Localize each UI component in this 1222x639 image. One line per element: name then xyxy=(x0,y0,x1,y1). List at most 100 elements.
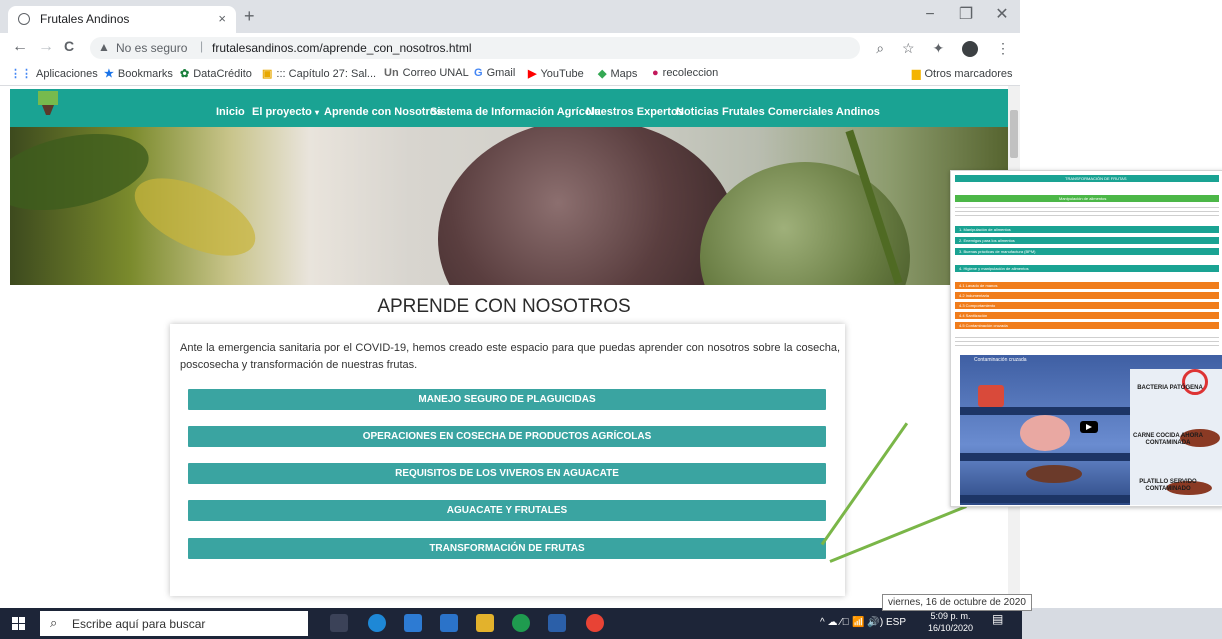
search-icon[interactable]: ⌕ xyxy=(876,40,884,57)
button-aguacate-frutales[interactable]: AGUACATE Y FRUTALES xyxy=(188,500,826,521)
callout-item-text: 2. Enemigos para los alimentos xyxy=(959,238,1015,243)
edge-icon[interactable] xyxy=(368,614,386,632)
window-controls: − ❐ ✕ xyxy=(912,4,1020,24)
callout-header: TRANSFORMACIÓN DE FRUTAS xyxy=(955,175,1219,182)
nav-noticias[interactable]: Noticias xyxy=(676,106,719,118)
chrome-icon[interactable] xyxy=(586,614,604,632)
callout-item: 4.5 Contaminación cruzada xyxy=(955,322,1219,329)
nav-label: El proyecto xyxy=(252,106,312,118)
google-icon: G xyxy=(474,67,483,79)
button-viveros-aguacate[interactable]: REQUISITOS DE LOS VIVEROS EN AGUACATE xyxy=(188,463,826,484)
avatar-icon[interactable] xyxy=(962,40,979,58)
callout-item-text: 4.4 Sanitización xyxy=(959,313,988,318)
callout-header-text: TRANSFORMACIÓN DE FRUTAS xyxy=(1065,176,1127,181)
mail-icon[interactable] xyxy=(440,614,458,632)
video-thumbnail[interactable]: Contaminación cruzada BACTERIA PATÓGENA … xyxy=(960,355,1222,505)
button-manejo-plaguicidas[interactable]: MANEJO SEGURO DE PLAGUICIDAS xyxy=(188,389,826,410)
url-text: frutalesandinos.com/aprende_con_nosotros… xyxy=(212,41,472,55)
bookmark-gmail[interactable]: G Gmail xyxy=(474,67,515,79)
word-icon[interactable] xyxy=(548,614,566,632)
callout-item: 3. Buenas prácticas de manufactura (BPM) xyxy=(955,248,1219,255)
new-tab-button[interactable]: + xyxy=(244,6,255,27)
store-icon[interactable] xyxy=(404,614,422,632)
tab-title: Frutales Andinos xyxy=(40,12,130,26)
close-window-button[interactable]: ✕ xyxy=(984,4,1020,24)
bookmark-label: Gmail xyxy=(486,67,516,79)
file-explorer-icon[interactable] xyxy=(476,614,494,632)
button-transformacion-frutas[interactable]: TRANSFORMACIÓN DE FRUTAS xyxy=(188,538,826,559)
bookmark-label: recoleccion xyxy=(662,67,719,79)
site-logo[interactable] xyxy=(36,89,60,119)
windows-start-icon[interactable] xyxy=(12,617,28,631)
bookmark-icon: ● xyxy=(652,67,659,79)
extensions-icon[interactable]: ✦ xyxy=(932,40,944,57)
bookmark-otros[interactable]: ▆ Otros marcadores xyxy=(912,67,1013,80)
bookmark-label: Otros marcadores xyxy=(924,68,1013,80)
button-operaciones-cosecha[interactable]: OPERACIONES EN COSECHA DE PRODUCTOS AGRÍ… xyxy=(188,426,826,447)
callout-item: 4.3 Comportamiento xyxy=(955,302,1219,309)
date-tooltip: viernes, 16 de octubre de 2020 xyxy=(882,594,1032,611)
reload-button[interactable]: C xyxy=(64,38,74,54)
nav-nuestros-expertos[interactable]: Nuestros Expertos xyxy=(586,106,684,118)
close-tab-icon[interactable]: × xyxy=(218,11,226,26)
nav-el-proyecto[interactable]: El proyecto ▾ xyxy=(252,106,319,118)
toolbar-icons: ⌕ ☆ ✦ ⋮ xyxy=(862,40,1010,58)
site-navbar: Inicio El proyecto ▾ Aprende con Nosotro… xyxy=(10,89,1008,127)
callout-item-text: 1. Manipulación de alimentos xyxy=(959,227,1011,232)
nav-aprende-con-nosotros[interactable]: Aprende con Nosotros xyxy=(324,106,443,118)
bookmark-label: Maps xyxy=(610,68,638,80)
datacredito-icon: ✿ xyxy=(180,68,190,80)
bookmark-recoleccion[interactable]: ● recoleccion xyxy=(652,67,718,79)
bookmark-correo-unal[interactable]: Un Correo UNAL xyxy=(384,67,469,79)
callout-item: 4. Higiene y manipulación de alimentos xyxy=(955,265,1219,272)
maximize-button[interactable]: ❐ xyxy=(948,4,984,24)
star-icon[interactable]: ☆ xyxy=(902,40,915,57)
star-icon: ★ xyxy=(104,68,114,80)
bookmark-label: Aplicaciones xyxy=(36,68,98,80)
callout-item: 1. Manipulación de alimentos xyxy=(955,226,1219,233)
nav-frutales-comerciales[interactable]: Frutales Comerciales Andinos xyxy=(722,106,880,118)
callout-item: 4.1 Lavado de manos xyxy=(955,282,1219,289)
address-bar[interactable]: ▲ No es seguro | frutalesandinos.com/apr… xyxy=(90,37,860,59)
bookmark-label: DataCrédito xyxy=(193,68,252,80)
callout-item-text: 4. Higiene y manipulación de alimentos xyxy=(959,266,1029,271)
forward-button[interactable]: → xyxy=(38,38,54,56)
security-label: No es seguro xyxy=(116,41,188,55)
callout-paragraph xyxy=(955,207,1219,217)
callout-item: 4.4 Sanitización xyxy=(955,312,1219,319)
nav-sistema-informacion[interactable]: Sistema de Información Agrícola xyxy=(430,106,601,118)
video-label: BACTERIA PATÓGENA xyxy=(1137,385,1203,391)
bookmark-datacredito[interactable]: ✿ DataCrédito xyxy=(180,67,252,80)
nav-inicio[interactable]: Inicio xyxy=(216,106,245,118)
clock-time: 5:09 p. m. xyxy=(930,611,971,621)
play-icon[interactable] xyxy=(1080,421,1098,433)
warning-icon: ▲ xyxy=(98,40,110,54)
callout-paragraph xyxy=(955,337,1219,347)
bookmark-aplicaciones[interactable]: ⋮⋮ Aplicaciones xyxy=(10,67,98,80)
browser-tab[interactable]: Frutales Andinos × xyxy=(8,6,236,33)
callout-item-text: 3. Buenas prácticas de manufactura (BPM) xyxy=(959,249,1036,254)
scrollbar-thumb[interactable] xyxy=(1010,110,1018,158)
task-view-icon[interactable] xyxy=(330,614,348,632)
taskbar-search-input[interactable]: ⌕ Escribe aquí para buscar xyxy=(40,611,308,636)
notifications-icon[interactable]: ▤ xyxy=(992,612,1010,634)
callout-item: 2. Enemigos para los alimentos xyxy=(955,237,1219,244)
bookmarks-bar: ⋮⋮ Aplicaciones ★ Bookmarks ✿ DataCrédito ▣… xyxy=(0,63,1020,86)
menu-icon[interactable]: ⋮ xyxy=(996,40,1010,57)
callout-item-text: 4.2 Indumentaria xyxy=(959,293,990,298)
taskbar-clock[interactable]: 5:09 p. m. 16/10/2020 xyxy=(928,610,973,634)
back-button[interactable]: ← xyxy=(12,38,28,56)
bookmark-capitulo[interactable]: ▣::: Capítulo 27: Sal... xyxy=(262,67,376,80)
callout-subheader-text: Manipulación de alimentos xyxy=(1059,196,1107,201)
hero-image xyxy=(10,127,1008,285)
bookmark-bookmarks[interactable]: ★ Bookmarks xyxy=(104,67,173,80)
bookmark-youtube[interactable]: ▶ YouTube xyxy=(528,67,584,80)
callout-item-text: 4.1 Lavado de manos xyxy=(959,283,998,288)
bookmark-label: YouTube xyxy=(540,68,584,80)
search-placeholder: Escribe aquí para buscar xyxy=(72,617,206,631)
callout-item-text: 4.5 Contaminación cruzada xyxy=(959,323,1008,328)
minimize-button[interactable]: − xyxy=(912,6,948,24)
whatsapp-icon[interactable] xyxy=(512,614,530,632)
system-tray[interactable]: ^ ☁ ⁄ﾞ 📶 🔊) ESP xyxy=(820,617,906,628)
bookmark-maps[interactable]: ◆ Maps xyxy=(598,67,637,80)
